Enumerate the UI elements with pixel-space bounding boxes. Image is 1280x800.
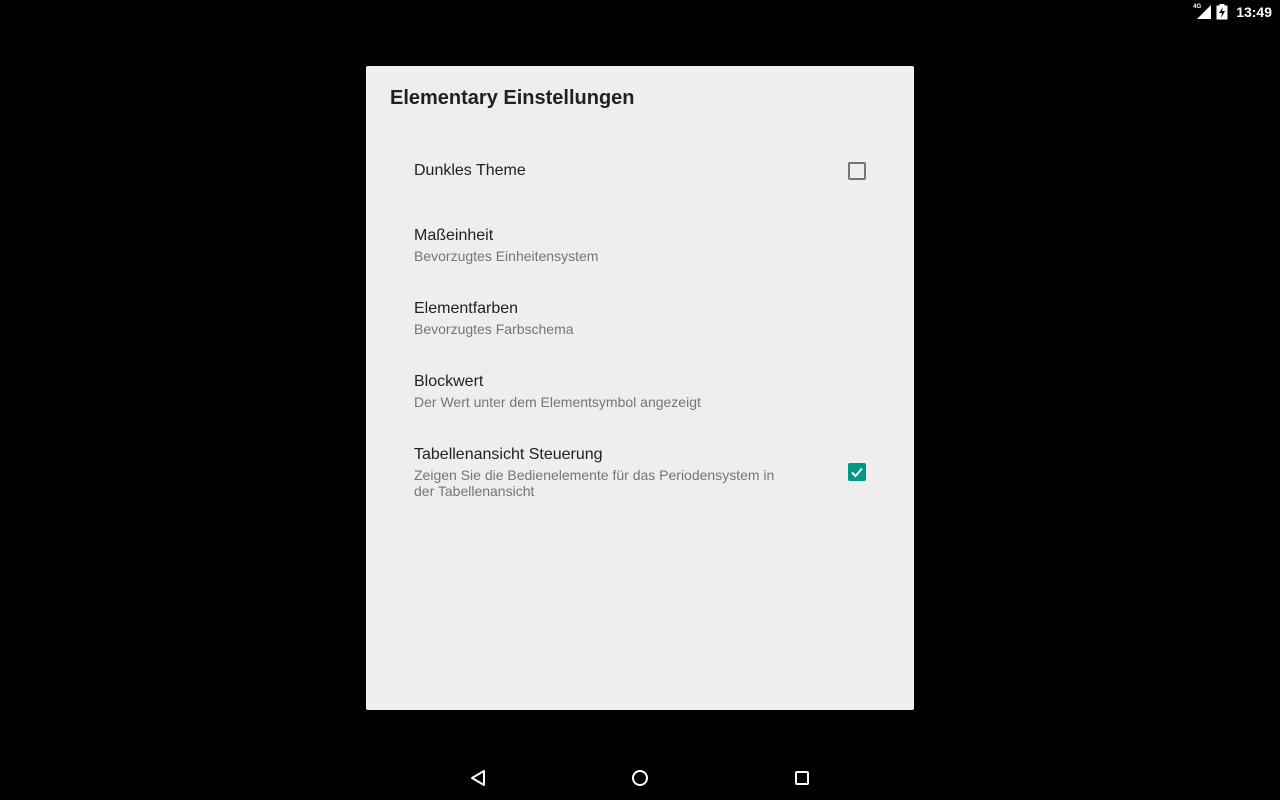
recents-icon[interactable] [790,766,814,790]
pref-title: Elementfarben [414,299,519,317]
battery-charging-icon [1216,4,1228,20]
pref-element-colors[interactable]: Elementfarben Bevorzugtes Farbschema [366,281,914,354]
status-bar: 4G 13:49 [0,0,1280,24]
pref-table-controls[interactable]: Tabellenansicht Steuerung Zeigen Sie die… [366,427,914,517]
settings-dialog: Elementary Einstellungen Dunkles Theme M… [366,66,914,710]
pref-summary: Bevorzugtes Einheitensystem [414,247,599,264]
preference-list: Dunkles Theme Maßeinheit Bevorzugtes Ein… [366,134,914,517]
checkmark-icon [851,467,863,478]
home-icon[interactable] [628,766,652,790]
pref-title: Dunkles Theme [414,162,526,179]
network-type-label: 4G [1193,4,1202,10]
dialog-title: Elementary Einstellungen [390,87,635,109]
clock: 13:49 [1236,4,1272,20]
pref-title: Maßeinheit [414,226,494,244]
pref-summary: Der Wert unter dem Elementsymbol angezei… [414,393,701,410]
pref-unit[interactable]: Maßeinheit Bevorzugtes Einheitensystem [366,208,914,281]
pref-summary: Zeigen Sie die Bedienelemente für das Pe… [414,467,775,499]
navigation-bar [0,752,1280,800]
back-icon[interactable] [466,766,490,790]
pref-block-value[interactable]: Blockwert Der Wert unter dem Elementsymb… [366,354,914,427]
pref-summary: Bevorzugtes Farbschema [414,320,574,337]
table-controls-checkbox[interactable] [848,463,866,481]
dark-theme-checkbox[interactable] [848,162,866,180]
pref-dark-theme[interactable]: Dunkles Theme [366,134,914,208]
signal-icon: 4G [1188,4,1212,20]
pref-title: Blockwert [414,372,484,390]
pref-title: Tabellenansicht Steuerung [414,446,603,463]
